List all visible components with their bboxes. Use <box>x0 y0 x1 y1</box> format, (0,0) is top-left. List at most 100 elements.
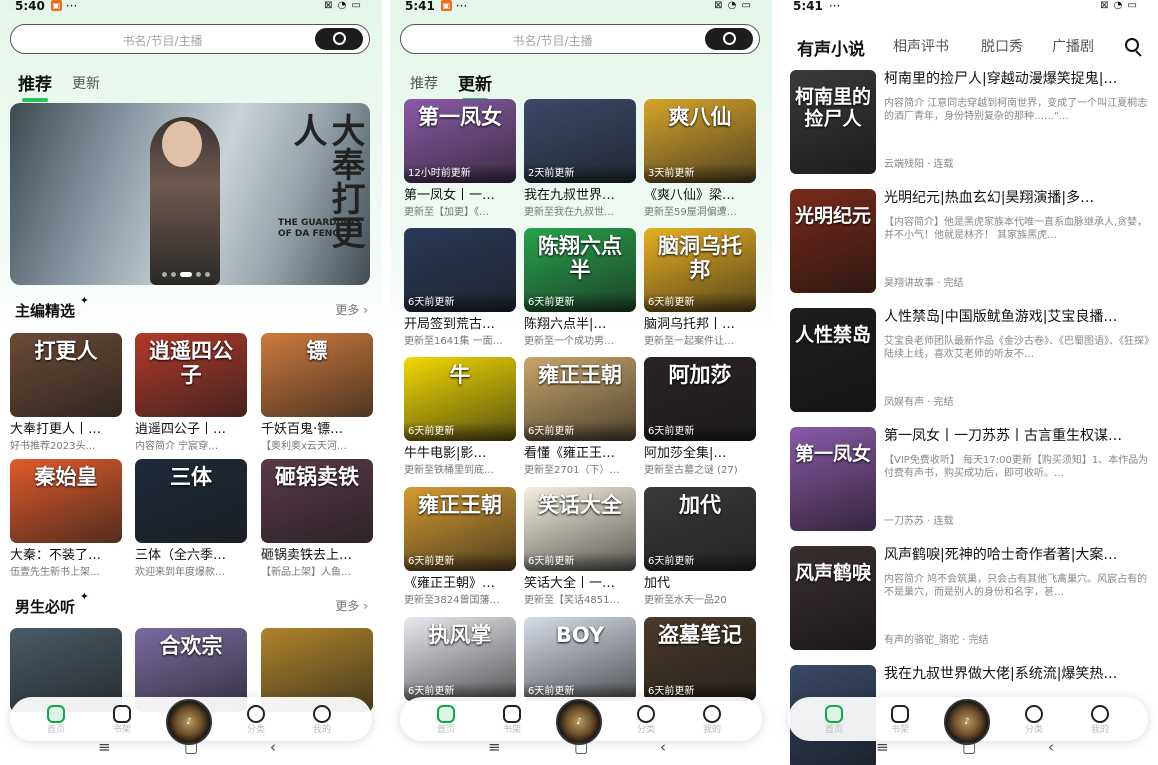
search-button[interactable] <box>315 28 363 50</box>
book-subtitle: 更新至1641集 一面… <box>404 336 503 347</box>
home-square-icon[interactable]: ▢ <box>962 738 976 756</box>
book-card[interactable]: 执风掌 6天前更新 <box>404 617 516 708</box>
tab-recommend[interactable]: 推荐 <box>18 70 52 102</box>
tab-updates[interactable]: 更新 <box>72 73 100 93</box>
tab-audio-novel[interactable]: 有声小说 <box>797 35 865 60</box>
search-placeholder: 书名/节目/主播 <box>122 34 203 48</box>
status-icons: ⊠ ◔ ▭ <box>1100 0 1138 11</box>
stage: 5:40 ▣ ··· ⊠ ◔ ▭ 书名/节目/主播 推荐 更新 大奉打更人 THE GU… <box>0 0 1158 765</box>
screen-recommend: 5:40 ▣ ··· ⊠ ◔ ▭ 书名/节目/主播 推荐 更新 大奉打更人 THE GU… <box>0 0 382 765</box>
search-bar[interactable]: 书名/节目/主播 <box>10 24 370 54</box>
book-title: 我在九叔世界做大佬|系统流|爆笑热… <box>884 666 1118 682</box>
book-card[interactable]: 阿加莎 6天前更新 阿加莎全集|… 更新至古墓之谜 (27) <box>644 357 756 477</box>
book-card[interactable]: 2天前更新 我在九叔世界… 更新至我在九叔世… <box>524 99 636 219</box>
book-meta: 有声的骆驼_骆驼 · 完结 <box>884 635 989 646</box>
nav-bookshelf[interactable]: 书架 <box>492 705 532 736</box>
back-icon[interactable]: ‹ <box>270 738 276 756</box>
more-link[interactable]: 更多 › <box>335 597 368 614</box>
book-card[interactable]: 脑洞乌托邦 6天前更新 脑洞乌托邦丨… 更新至一起案件让… <box>644 228 756 348</box>
book-card[interactable]: 第一凤女 12小时前更新 第一凤女丨一… 更新至【加更】《… <box>404 99 516 219</box>
more-link[interactable]: 更多 › <box>335 301 368 318</box>
book-subtitle: 更新至3824曾国藩… <box>404 595 500 606</box>
book-cover: 雍正王朝 6天前更新 <box>524 357 636 441</box>
book-title: 人性禁岛|中国版鱿鱼游戏|艾宝良播… <box>884 309 1118 325</box>
app-notification-icon: ▣ <box>440 0 452 11</box>
book-description: 内容简介 鸠不会筑巢，只会占有其他飞禽巢穴。风宸占有的不是巢穴，而是别人的身份和… <box>884 574 1148 598</box>
update-time: 6天前更新 <box>524 552 636 571</box>
back-icon[interactable]: ‹ <box>660 738 666 756</box>
book-card[interactable]: 镖千妖百鬼·镖… 【奥利奥x云天河… <box>261 333 373 453</box>
book-title: 第一凤女丨一… <box>404 188 496 203</box>
book-card[interactable]: 加代 6天前更新 加代 更新至水天一品20 <box>644 487 756 607</box>
tab-radio-drama[interactable]: 广播剧 <box>1052 36 1094 56</box>
book-cover: BOY 6天前更新 <box>524 617 636 701</box>
nav-bookshelf[interactable]: 书架 <box>102 705 142 736</box>
book-card[interactable]: 逍遥四公子 逍遥四公子丨… 内容简介 宁宸穿… <box>135 333 247 453</box>
home-square-icon[interactable]: ▢ <box>574 738 588 756</box>
book-list-item[interactable]: 第一凤女 第一凤女丨一刀苏苏丨古言重生权谋… 【VIP免费收听】 每天17:00更新… <box>790 427 1150 531</box>
book-subtitle: 欢迎来到年度爆款… <box>135 567 225 578</box>
book-title: 千妖百鬼·镖… <box>261 422 344 437</box>
book-title: 柯南里的捡尸人|穿越动漫爆笑捉鬼|… <box>884 71 1118 87</box>
system-nav: ≡ ▢ ‹ <box>0 736 382 758</box>
book-list-item[interactable]: 柯南里的捡尸人 柯南里的捡尸人|穿越动漫爆笑捉鬼|… 内容简介 江意同志穿越到柯南世… <box>790 70 1150 174</box>
nav-label: 我的 <box>1090 725 1109 735</box>
nav-home[interactable]: 首页 <box>36 705 76 736</box>
tab-label: 更新 <box>72 76 100 92</box>
book-card[interactable]: 砸锅卖铁 砸锅卖铁去上… 【新品上架】人鱼… <box>261 459 373 579</box>
nav-profile[interactable]: 我的 <box>692 705 732 736</box>
nav-home[interactable]: 首页 <box>426 705 466 736</box>
banner-carousel[interactable]: 大奉打更人 THE GUARDIANS OF DA FENG <box>10 103 370 285</box>
book-card[interactable]: 秦始皇 大秦：不装了… 伍壹先生新书上架… <box>10 459 122 579</box>
nav-profile[interactable]: 我的 <box>302 705 342 736</box>
book-cover: 镖 <box>261 333 373 417</box>
menu-icon[interactable]: ≡ <box>98 738 111 756</box>
nav-profile[interactable]: 我的 <box>1080 705 1120 736</box>
book-title: 陈翔六点半|… <box>524 317 607 332</box>
search-bar[interactable]: 书名/节目/主播 <box>400 24 760 54</box>
search-icon[interactable] <box>1125 38 1143 58</box>
book-card[interactable]: BOY 6天前更新 <box>524 617 636 708</box>
book-card[interactable]: 盗墓笔记 6天前更新 <box>644 617 756 708</box>
book-card[interactable]: 雍正王朝 6天前更新 《雍正王朝》… 更新至3824曾国藩… <box>404 487 516 607</box>
nav-bookshelf[interactable]: 书架 <box>880 705 920 736</box>
category-icon <box>1025 705 1043 723</box>
nav-category[interactable]: 分类 <box>626 705 666 736</box>
back-icon[interactable]: ‹ <box>1048 738 1054 756</box>
tab-crosstalk[interactable]: 相声评书 <box>893 36 949 56</box>
book-card[interactable]: 陈翔六点半 6天前更新 陈翔六点半|… 更新至一个成功男… <box>524 228 636 348</box>
book-description: 内容简介 江意同志穿越到柯南世界，变成了一个叫江夏桐志的酒厂青年，身份特别复杂的… <box>884 98 1148 122</box>
tab-updates[interactable]: 更新 <box>458 70 492 102</box>
app-notification-icon: ▣ <box>50 0 62 11</box>
book-list-item[interactable]: 风声鹤唳 风声鹤唳|死神的哈士奇作者著|大案… 内容简介 鸠不会筑巢，只会占有其他飞… <box>790 546 1150 650</box>
book-card[interactable]: 6天前更新开局签到荒古… 更新至1641集 一面… <box>404 228 516 348</box>
nav-home[interactable]: 首页 <box>814 705 854 736</box>
book-description: 艾宝良老师团队最新作品《金沙古卷》、《巴蜀图语》、《狂探》陆续上线，喜欢艾老师的… <box>884 336 1149 360</box>
menu-icon[interactable]: ≡ <box>488 738 501 756</box>
book-list-item[interactable]: 光明纪元 光明纪元|热血玄幻|昊翔演播|多… 【内容简介】他是黑虎家族本代唯一直系血… <box>790 189 1150 293</box>
book-subtitle: 更新至古墓之谜 (27) <box>644 465 738 476</box>
book-card[interactable]: 牛 6天前更新 牛牛电影|影… 更新至铁桶里到底… <box>404 357 516 477</box>
book-card[interactable]: 笑话大全 6天前更新 笑话大全丨一… 更新至【笑话4851… <box>524 487 636 607</box>
search-button[interactable] <box>705 28 753 50</box>
book-title: 第一凤女丨一刀苏苏丨古言重生权谋… <box>884 428 1122 444</box>
nav-label: 我的 <box>702 725 721 735</box>
cover-title: 逍遥四公子 <box>149 339 233 387</box>
menu-icon[interactable]: ≡ <box>876 738 889 756</box>
update-time: 6天前更新 <box>404 293 516 312</box>
book-card[interactable]: 爽八仙 3天前更新 《爽八仙》梁… 更新至59屋洞偏遭… <box>644 99 756 219</box>
tab-recommend[interactable]: 推荐 <box>410 73 438 93</box>
book-subtitle: 【奥利奥x云天河… <box>261 441 347 452</box>
tab-talkshow[interactable]: 脱口秀 <box>981 36 1023 56</box>
nav-category[interactable]: 分类 <box>1014 705 1054 736</box>
book-list-item[interactable]: 人性禁岛 人性禁岛|中国版鱿鱼游戏|艾宝良播… 艾宝良老师团队最新作品《金沙古卷》、… <box>790 308 1150 412</box>
book-card[interactable]: 三体 三体（全六季… 欢迎来到年度爆款… <box>135 459 247 579</box>
search-icon <box>333 32 346 45</box>
book-card[interactable]: 雍正王朝 6天前更新 看懂《雍正王… 更新至2701（下）… <box>524 357 636 477</box>
book-title: 《爽八仙》梁… <box>644 188 736 203</box>
home-square-icon[interactable]: ▢ <box>184 738 198 756</box>
sparkle-icon: ✦ <box>79 294 90 307</box>
book-title: 开局签到荒古… <box>404 317 496 332</box>
nav-category[interactable]: 分类 <box>236 705 276 736</box>
book-card[interactable]: 打更人 大奉打更人丨… 好书推荐2023头… <box>10 333 122 453</box>
